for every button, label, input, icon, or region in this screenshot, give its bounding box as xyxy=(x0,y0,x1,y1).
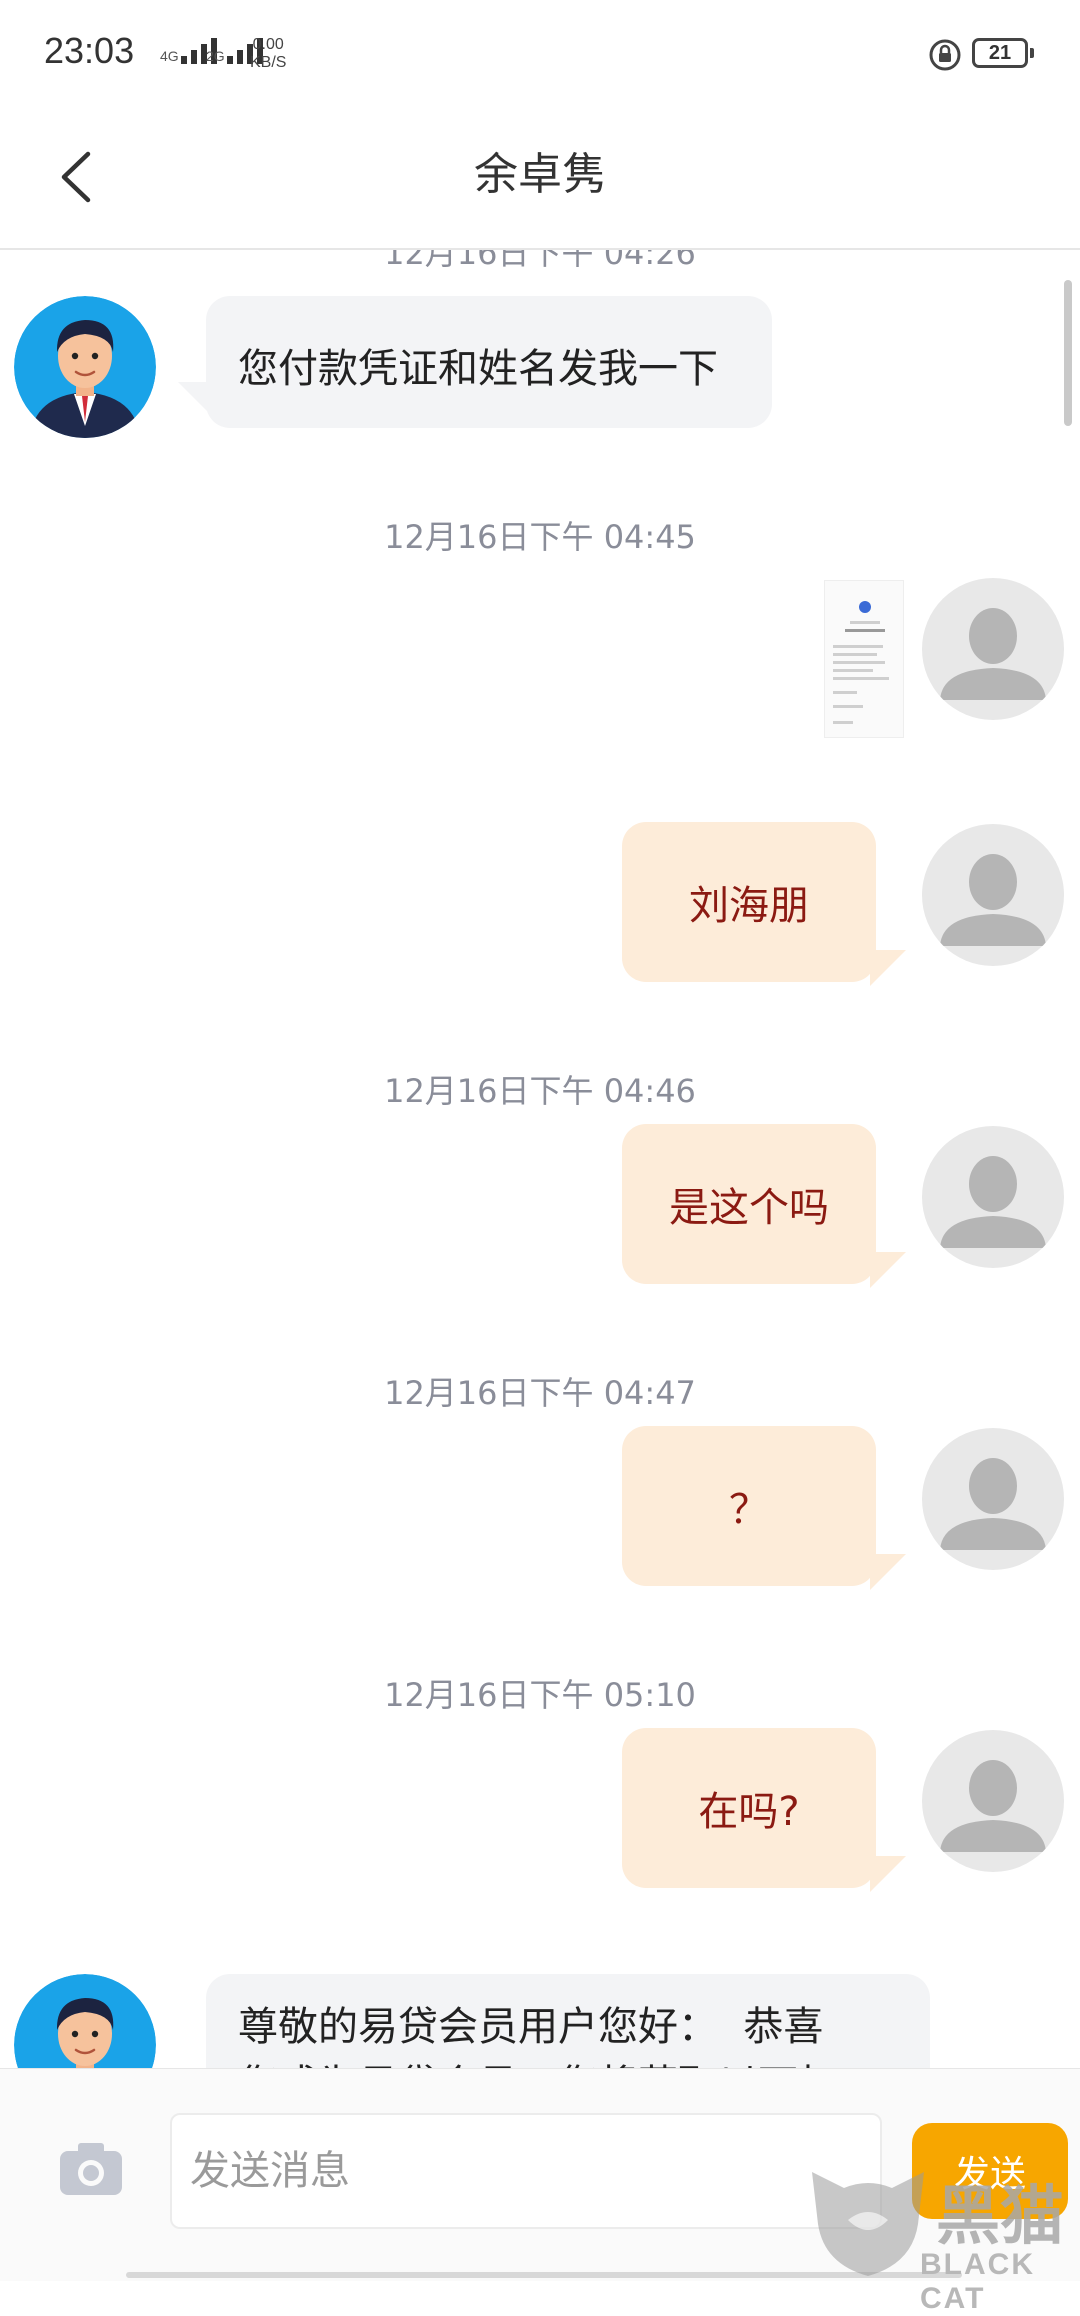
status-time: 23:03 xyxy=(44,30,135,71)
receipt-line xyxy=(833,653,877,656)
message-bubble-outgoing[interactable]: 是这个吗 xyxy=(622,1124,876,1284)
default-person-icon xyxy=(940,854,1046,946)
message-text: 尊敬的易贷会员用户您好： 恭喜 xyxy=(238,2004,824,2050)
watermark-brand-en: BLACK CAT xyxy=(920,2248,1035,2315)
chat-scrollbar[interactable] xyxy=(1064,280,1072,426)
businessman-avatar-icon xyxy=(14,296,156,438)
camera-icon[interactable] xyxy=(58,2139,124,2197)
receipt-line xyxy=(833,669,873,672)
user-avatar[interactable] xyxy=(922,1428,1064,1570)
message-bubble-outgoing[interactable]: 在吗? xyxy=(622,1728,876,1888)
agent-avatar[interactable] xyxy=(14,296,156,438)
timestamp: 12月16日下午 04:47 xyxy=(384,1374,696,1412)
receipt-image-message[interactable] xyxy=(824,580,904,738)
chat-header: 余卓隽 xyxy=(0,110,1080,250)
bubble-tail xyxy=(870,1554,906,1590)
timestamp: 12月16日下午 04:46 xyxy=(384,1072,696,1110)
user-avatar[interactable] xyxy=(922,1730,1064,1872)
chat-list[interactable]: 12月16日下午 04:26 您付款凭证和姓名发我一下 12月16日下午 04:… xyxy=(0,250,1080,2068)
receipt-line xyxy=(833,721,853,724)
receipt-line xyxy=(850,621,880,624)
message-input-bar: 发送 xyxy=(0,2068,1080,2281)
default-person-icon xyxy=(940,1458,1046,1550)
message-text: 您成为易贷会员，您将获取以下权 xyxy=(238,2056,898,2068)
bubble-tail xyxy=(870,950,906,986)
home-indicator xyxy=(126,2272,962,2278)
receipt-line xyxy=(833,677,889,680)
message-input[interactable] xyxy=(170,2113,882,2229)
bubble-tail xyxy=(870,1252,906,1288)
message-text: ？ xyxy=(729,1487,769,1533)
message-bubble-outgoing[interactable]: ？ xyxy=(622,1426,876,1586)
timestamp: 12月16日下午 05:10 xyxy=(384,1676,696,1714)
default-person-icon xyxy=(940,1760,1046,1852)
bubble-tail xyxy=(870,1856,906,1892)
message-text: 是这个吗 xyxy=(669,1185,829,1231)
network-speed: 0.00 KB/S xyxy=(250,36,287,71)
agent-avatar[interactable] xyxy=(14,1974,156,2068)
receipt-logo xyxy=(859,601,871,613)
receipt-line xyxy=(833,691,857,694)
message-text: 您付款凭证和姓名发我一下 xyxy=(238,346,718,392)
page-title: 余卓隽 xyxy=(474,149,606,200)
message-bubble-outgoing[interactable]: 刘海朋 xyxy=(622,822,876,982)
user-avatar[interactable] xyxy=(922,1126,1064,1268)
battery-icon: 21 xyxy=(972,38,1028,68)
status-bar: 23:03 4G 2G 0.00 KB/S 21 xyxy=(0,0,1080,110)
businessman-avatar-icon xyxy=(14,1974,156,2068)
message-text: 刘海朋 xyxy=(689,883,809,929)
send-button[interactable]: 发送 xyxy=(912,2123,1068,2219)
user-avatar[interactable] xyxy=(922,578,1064,720)
battery-cap xyxy=(1030,48,1034,58)
receipt-line xyxy=(833,645,883,648)
timestamp: 12月16日下午 04:45 xyxy=(384,518,696,556)
default-person-icon xyxy=(940,608,1046,700)
timestamp: 12月16日下午 04:26 xyxy=(384,250,696,272)
message-bubble-incoming[interactable]: 尊敬的易贷会员用户您好： 恭喜 您成为易贷会员，您将获取以下权 xyxy=(206,1974,930,2068)
message-bubble-incoming[interactable]: 您付款凭证和姓名发我一下 xyxy=(206,296,772,428)
receipt-line xyxy=(845,629,885,632)
receipt-line xyxy=(833,661,885,664)
message-text: 在吗? xyxy=(698,1789,800,1835)
user-avatar[interactable] xyxy=(922,824,1064,966)
receipt-line xyxy=(833,705,863,708)
default-person-icon xyxy=(940,1156,1046,1248)
rotation-lock-icon xyxy=(929,39,961,71)
